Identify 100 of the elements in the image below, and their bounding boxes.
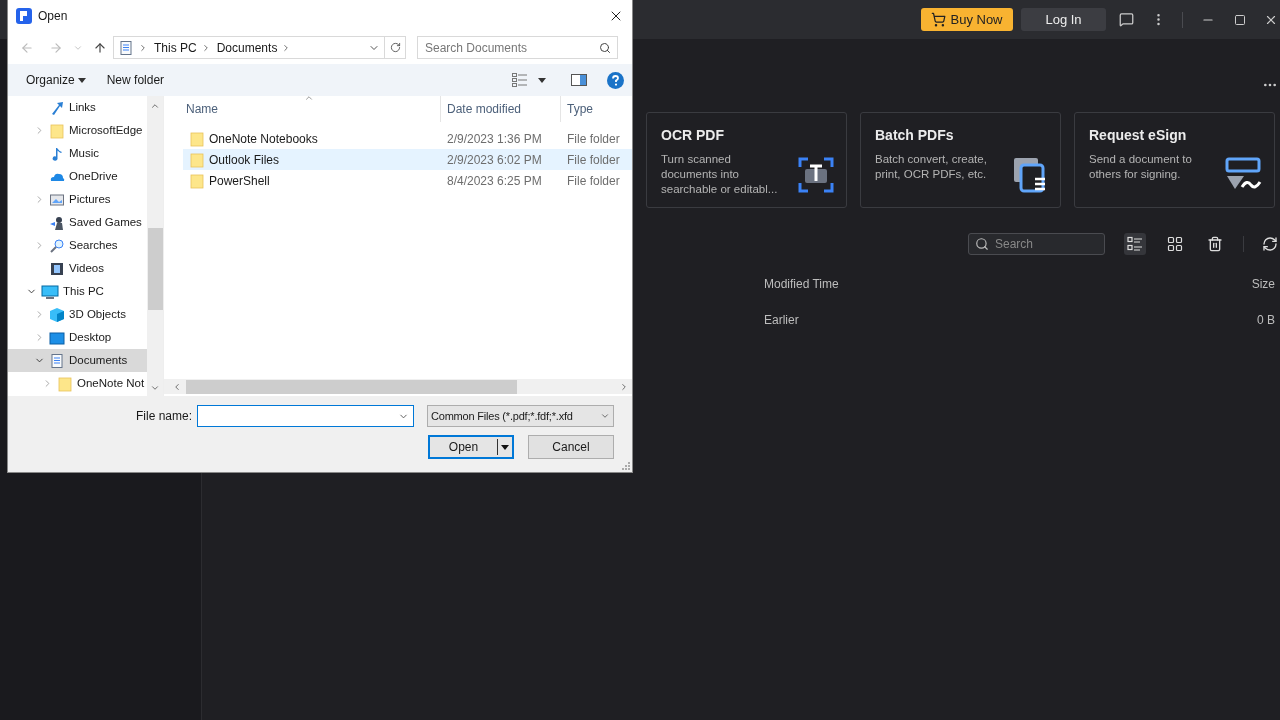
field-label: File name:: [135, 408, 192, 425]
column-header[interactable]: Type: [560, 96, 632, 122]
column-header[interactable]: Date modified: [440, 96, 560, 122]
refresh-icon[interactable]: [1262, 236, 1278, 252]
card-title: Batch PDFs: [875, 126, 955, 145]
link-icon: [49, 99, 65, 116]
details-view-icon[interactable]: [512, 73, 528, 87]
bin-icon[interactable]: [1207, 236, 1223, 252]
tree-item[interactable]: Desktop: [8, 326, 147, 349]
window-title: Open: [38, 7, 68, 25]
dropdown-icon: [600, 411, 610, 421]
monitor-icon: [41, 283, 59, 300]
tool-card[interactable]: OCR PDF Turn scanned documents into searchable or editabl...: [646, 112, 847, 208]
tree-item[interactable]: 3D Objects: [8, 303, 147, 326]
folder-icon: [57, 375, 73, 392]
tree-item[interactable]: This PC: [8, 280, 147, 303]
tool-card[interactable]: Batch PDFs Batch convert, create, print, OCR PDFs, etc.: [860, 112, 1061, 208]
refresh-button[interactable]: [385, 36, 406, 59]
resize-grip-icon[interactable]: [622, 462, 630, 470]
app-icon: [16, 7, 32, 24]
stacked-pages-icon: [1012, 157, 1048, 193]
file-row[interactable]: PowerShell 8/4/2023 6:25 PM File folder: [183, 170, 632, 191]
column-header[interactable]: Name: [186, 100, 440, 118]
cube-icon: [49, 306, 65, 323]
login-button[interactable]: Log In: [1021, 8, 1106, 31]
file-type-select[interactable]: Common Files (*.pdf;*.fdf;*.xfd: [427, 405, 614, 427]
organize-button[interactable]: Organize: [26, 71, 86, 89]
caret-icon[interactable]: [538, 77, 546, 83]
card-title: OCR PDF: [661, 126, 725, 145]
file-row[interactable]: Outlook Files 2/9/2023 6:02 PM File folder: [183, 149, 632, 170]
document-icon: [118, 39, 134, 56]
size-cell-text: 0 B: [1257, 312, 1275, 329]
text-scan-icon: [798, 157, 834, 193]
card-description: Send a document to others for signing.: [1089, 152, 1193, 182]
card-description: Turn scanned documents into searchable or editabl...: [661, 152, 779, 197]
tree-item[interactable]: Saved Games: [8, 211, 147, 234]
type-cell-text: File folder: [566, 151, 621, 169]
column-header: Modified Time: [764, 276, 839, 293]
magnifier-icon: [49, 237, 65, 254]
cart-icon: [931, 12, 947, 27]
address-bar[interactable]: This PC Documents: [113, 36, 385, 59]
time-cell-text: Earlier: [764, 312, 799, 329]
maximize-icon[interactable]: [1234, 13, 1246, 26]
breadcrumb-item[interactable]: Documents: [216, 38, 278, 57]
tree-item[interactable]: Searches: [8, 234, 147, 257]
buy-now-button[interactable]: Buy Now: [921, 8, 1013, 31]
scroll-right-icon: [619, 381, 629, 392]
tree-item[interactable]: OneDrive: [8, 165, 147, 188]
desktop-icon: [49, 329, 65, 346]
refresh-icon: [389, 42, 401, 53]
tree-item[interactable]: OneNote Not: [8, 372, 147, 395]
film-icon: [49, 260, 65, 277]
caret-icon: [501, 444, 509, 450]
file-name-field[interactable]: [197, 405, 414, 427]
caret-icon: [77, 77, 86, 83]
horizontal-scrollbar[interactable]: [164, 379, 632, 394]
vertical-scrollbar[interactable]: [147, 96, 163, 396]
tree-item[interactable]: MicrosoftEdge: [8, 119, 147, 142]
cancel-button[interactable]: Cancel: [528, 435, 614, 459]
scroll-up-icon: [150, 101, 160, 111]
card-description: Batch convert, create, print, OCR PDFs, etc.: [875, 152, 988, 182]
tree-item[interactable]: Pictures: [8, 188, 147, 211]
chevron-icon: [138, 42, 148, 53]
file-row[interactable]: OneNote Notebooks 2/9/2023 1:36 PM File folder: [183, 128, 632, 149]
date-cell-text: 8/4/2023 6:25 PM: [446, 172, 543, 190]
tree-item[interactable]: Music: [8, 142, 147, 165]
tree-item[interactable]: Documents: [8, 349, 147, 372]
folder-icon: [189, 130, 205, 147]
document-icon: [49, 352, 65, 369]
card-title: Request eSign: [1089, 126, 1188, 145]
date-cell-text: 2/9/2023 6:02 PM: [446, 151, 543, 169]
search-field[interactable]: Search Documents: [417, 36, 618, 59]
new-folder-button[interactable]: New folder: [106, 71, 165, 89]
folder-icon: [189, 172, 205, 189]
type-cell-text: File folder: [566, 130, 621, 148]
search-icon: [599, 41, 611, 54]
game-piece-icon: [49, 214, 65, 231]
date-cell-text: 2/9/2023 1:36 PM: [446, 130, 543, 148]
file-name: PowerShell: [209, 172, 270, 190]
column-header: Size: [1251, 276, 1275, 293]
scroll-down-icon: [150, 383, 160, 393]
search-icon: [975, 237, 989, 251]
up-icon[interactable]: [93, 40, 107, 55]
file-name: Outlook Files: [209, 151, 280, 169]
folder-icon: [189, 151, 205, 168]
open-button[interactable]: Open: [428, 435, 514, 459]
file-name: OneNote Notebooks: [209, 130, 318, 148]
list-view-button[interactable]: [1124, 233, 1146, 255]
breadcrumb-item[interactable]: This PC: [154, 38, 197, 57]
tree-item[interactable]: Videos: [8, 257, 147, 280]
sort-icon: [304, 93, 314, 103]
type-cell-text: File folder: [566, 172, 621, 190]
folder-icon: [49, 122, 65, 139]
help-icon[interactable]: [607, 71, 624, 89]
feedback-icon[interactable]: [1119, 12, 1134, 27]
search-field[interactable]: Search: [968, 233, 1105, 255]
preview-pane-icon[interactable]: [571, 74, 587, 86]
tool-card[interactable]: Request eSign Send a document to others for signing.: [1074, 112, 1275, 208]
picture-icon: [49, 191, 65, 208]
tree-item[interactable]: Links: [8, 96, 147, 119]
